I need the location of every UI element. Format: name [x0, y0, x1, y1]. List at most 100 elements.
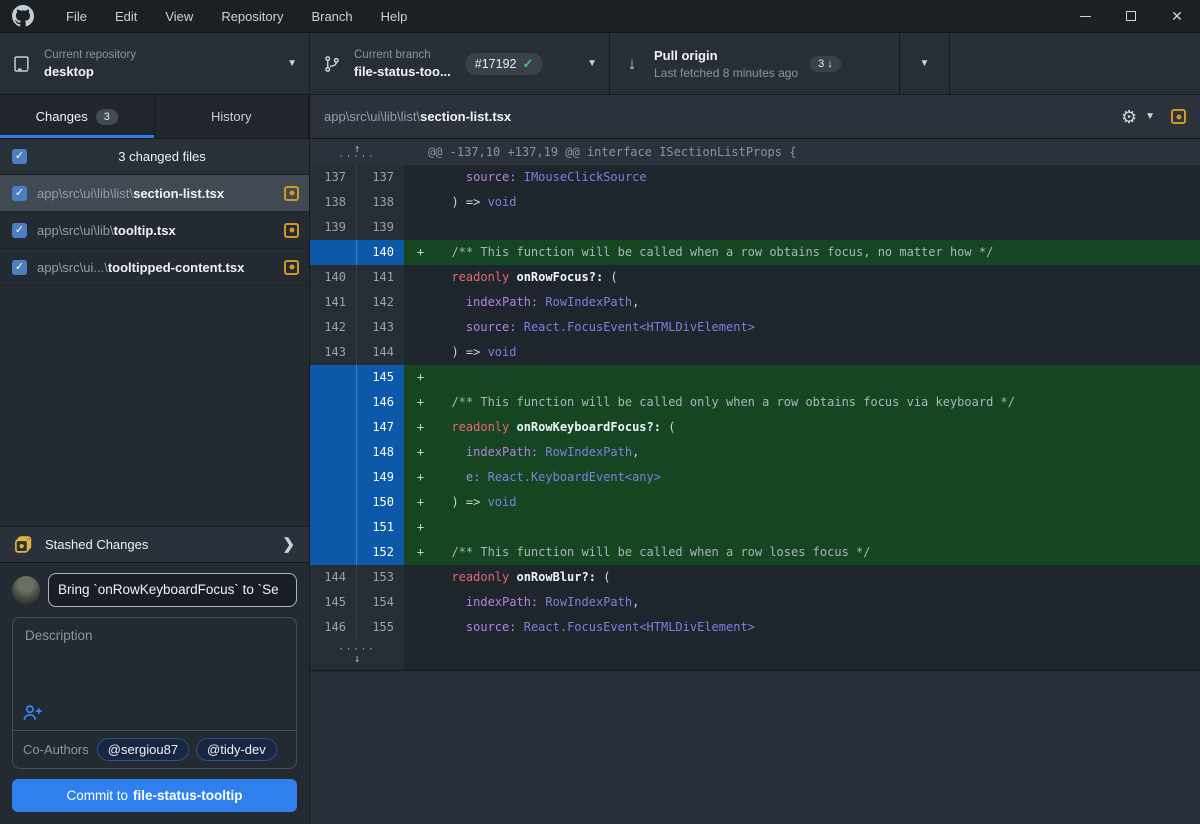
menu-item-branch[interactable]: Branch: [297, 0, 366, 32]
old-line-number[interactable]: [310, 365, 357, 390]
git-branch-icon: [322, 54, 342, 74]
diff-line[interactable]: 144 153 readonly onRowBlur?: (: [310, 565, 1200, 590]
menu-item-repository[interactable]: Repository: [207, 0, 297, 32]
new-line-number[interactable]: 139: [357, 215, 404, 240]
tab-history[interactable]: History: [155, 95, 309, 138]
file-row[interactable]: ✓ app\src\ui...\tooltipped-content.tsx: [0, 249, 309, 286]
current-repository-button[interactable]: Current repository desktop ▼: [0, 33, 310, 94]
diff-line[interactable]: 143 144 ) => void: [310, 340, 1200, 365]
new-line-number[interactable]: 142: [357, 290, 404, 315]
expand-hunk-down-button[interactable]: ····· ↓: [310, 640, 404, 670]
old-line-number[interactable]: [310, 540, 357, 565]
old-line-number[interactable]: 138: [310, 190, 357, 215]
old-line-number[interactable]: [310, 490, 357, 515]
diff-line-marker: [404, 590, 437, 615]
diff-line[interactable]: 146 + /** This function will be called on…: [310, 390, 1200, 415]
dotted-line: ·····: [338, 151, 376, 162]
stashed-changes-row[interactable]: Stashed Changes ❯: [0, 525, 309, 563]
file-checkbox[interactable]: ✓: [12, 259, 27, 275]
old-line-number[interactable]: [310, 415, 357, 440]
chevron-down-icon[interactable]: ▼: [1145, 111, 1155, 122]
diff-line[interactable]: 152 + /** This function will be called wh…: [310, 540, 1200, 565]
diff-line[interactable]: 142 143 source: React.FocusEvent<HTMLDivE…: [310, 315, 1200, 340]
diff-line[interactable]: 145 154 indexPath: RowIndexPath,: [310, 590, 1200, 615]
old-line-number[interactable]: 141: [310, 290, 357, 315]
diff-line-content: indexPath: RowIndexPath,: [404, 290, 1200, 315]
diff-line[interactable]: 149 + e: React.KeyboardEvent<any>: [310, 465, 1200, 490]
new-line-number[interactable]: 140: [357, 240, 404, 265]
new-line-number[interactable]: 137: [357, 165, 404, 190]
add-coauthor-icon[interactable]: [23, 704, 286, 722]
gear-icon[interactable]: ⚙: [1121, 108, 1137, 126]
current-branch-button[interactable]: Current branch file-status-too... #17192…: [310, 33, 610, 94]
pull-origin-button[interactable]: ↓ Pull origin Last fetched 8 minutes ago…: [610, 33, 900, 94]
new-line-number[interactable]: 150: [357, 490, 404, 515]
old-line-number[interactable]: 144: [310, 565, 357, 590]
old-line-number[interactable]: 137: [310, 165, 357, 190]
diff-line[interactable]: 148 + indexPath: RowIndexPath,: [310, 440, 1200, 465]
maximize-button[interactable]: [1108, 0, 1154, 32]
diff-line[interactable]: 145 +: [310, 365, 1200, 390]
new-line-number[interactable]: 148: [357, 440, 404, 465]
current-branch-label: Current branch: [354, 48, 431, 61]
new-line-number[interactable]: 146: [357, 390, 404, 415]
diff-line[interactable]: 150 + ) => void: [310, 490, 1200, 515]
old-line-number[interactable]: [310, 515, 357, 540]
file-checkbox[interactable]: ✓: [12, 185, 27, 201]
old-line-number[interactable]: 146: [310, 615, 357, 640]
coauthor-pill[interactable]: @tidy-dev: [196, 738, 277, 761]
toolbar-empty-space: [950, 33, 1200, 94]
pr-status-badge[interactable]: #17192 ✓: [464, 52, 544, 75]
diff-line[interactable]: 138 138 ) => void: [310, 190, 1200, 215]
old-line-number[interactable]: [310, 390, 357, 415]
new-line-number[interactable]: 145: [357, 365, 404, 390]
old-line-number[interactable]: [310, 440, 357, 465]
diff-line-marker: +: [416, 245, 425, 259]
commit-description-input[interactable]: Description: [13, 618, 296, 699]
old-line-number[interactable]: 142: [310, 315, 357, 340]
old-line-number[interactable]: [310, 465, 357, 490]
expand-hunk-up-button[interactable]: ↑ ·····: [310, 139, 404, 165]
new-line-number[interactable]: 138: [357, 190, 404, 215]
diff-line[interactable]: 151 +: [310, 515, 1200, 540]
new-line-number[interactable]: 141: [357, 265, 404, 290]
file-row[interactable]: ✓ app\src\ui\lib\list\section-list.tsx: [0, 175, 309, 212]
diff-line[interactable]: 140 + /** This function will be called wh…: [310, 240, 1200, 265]
old-line-number[interactable]: [310, 240, 357, 265]
file-row[interactable]: ✓ app\src\ui\lib\tooltip.tsx: [0, 212, 309, 249]
diff-line-content: indexPath: RowIndexPath,: [404, 590, 1200, 615]
menu-item-view[interactable]: View: [151, 0, 207, 32]
diff-line[interactable]: 146 155 source: React.FocusEvent<HTMLDivE…: [310, 615, 1200, 640]
new-line-number[interactable]: 153: [357, 565, 404, 590]
coauthor-pill[interactable]: @sergiou87: [96, 738, 190, 761]
new-line-number[interactable]: 144: [357, 340, 404, 365]
old-line-number[interactable]: 143: [310, 340, 357, 365]
new-line-number[interactable]: 152: [357, 540, 404, 565]
tab-changes[interactable]: Changes 3: [0, 95, 155, 138]
new-line-number[interactable]: 155: [357, 615, 404, 640]
new-line-number[interactable]: 147: [357, 415, 404, 440]
pull-options-dropdown[interactable]: ▼: [900, 33, 950, 94]
file-checkbox[interactable]: ✓: [12, 222, 27, 238]
diff-line[interactable]: 139 139: [310, 215, 1200, 240]
menu-item-help[interactable]: Help: [367, 0, 422, 32]
menu-item-file[interactable]: File: [52, 0, 101, 32]
new-line-number[interactable]: 149: [357, 465, 404, 490]
diff-line[interactable]: 140 141 readonly onRowFocus?: (: [310, 265, 1200, 290]
diff-line[interactable]: 137 137 source: IMouseClickSource: [310, 165, 1200, 190]
include-all-checkbox[interactable]: ✓: [12, 149, 27, 164]
new-line-number[interactable]: 143: [357, 315, 404, 340]
menu-item-edit[interactable]: Edit: [101, 0, 151, 32]
old-line-number[interactable]: 140: [310, 265, 357, 290]
commit-summary-input[interactable]: [48, 572, 297, 607]
diff-line[interactable]: 141 142 indexPath: RowIndexPath,: [310, 290, 1200, 315]
diff-hunk-header[interactable]: ↑ ····· @@ -137,10 +137,19 @@ interface IS…: [310, 139, 1200, 165]
new-line-number[interactable]: 154: [357, 590, 404, 615]
minimize-button[interactable]: [1062, 0, 1108, 32]
commit-button[interactable]: Commit to file-status-tooltip: [12, 779, 297, 812]
old-line-number[interactable]: 139: [310, 215, 357, 240]
old-line-number[interactable]: 145: [310, 590, 357, 615]
close-button[interactable]: ✕: [1154, 0, 1200, 32]
new-line-number[interactable]: 151: [357, 515, 404, 540]
diff-line[interactable]: 147 + readonly onRowKeyboardFocus?: (: [310, 415, 1200, 440]
